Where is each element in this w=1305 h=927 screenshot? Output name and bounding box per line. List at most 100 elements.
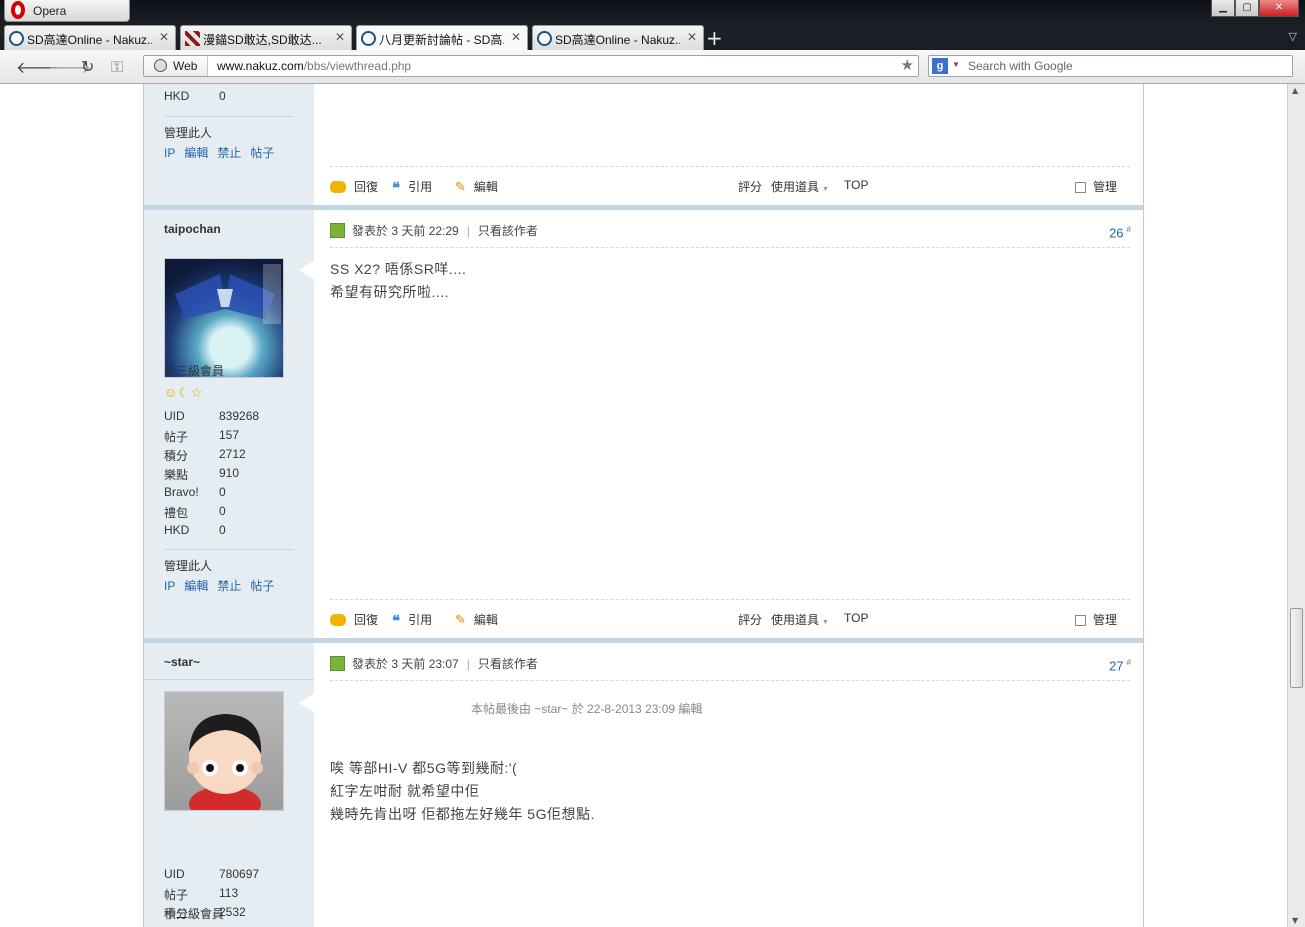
maximize-button[interactable]: ▢ [1235, 0, 1259, 17]
manage-checkbox[interactable]: 管理 [1075, 178, 1117, 195]
bookmark-star-icon[interactable]: ★ [901, 56, 914, 74]
address-field[interactable]: Web www.nakuz.com/bbs/viewthread.php ★ [143, 55, 919, 77]
only-author-link[interactable]: 只看該作者 [478, 657, 538, 671]
avatar[interactable] [164, 258, 284, 378]
post-actions: 回復 ❝ 引用 ✎ 編輯 評分 使用道具 ▼ TOP 管理 [330, 609, 1130, 630]
only-author-link[interactable]: 只看該作者 [478, 224, 538, 238]
checkbox-icon[interactable] [1075, 182, 1086, 193]
username-link[interactable]: taipochan [164, 222, 221, 236]
rate-button[interactable]: 評分 [738, 611, 762, 628]
edit-button[interactable]: ✎ 編輯 [455, 611, 498, 628]
quote-button[interactable]: ❝ 引用 [392, 178, 432, 197]
post-message: SS X2? 唔係SR咩.... 希望有研究所啦.... [330, 261, 467, 300]
user-admin-links: IP 編輯 禁止 帖子 [164, 144, 283, 161]
edit-user-link[interactable]: 編輯 [184, 146, 208, 160]
reply-button[interactable]: 回復 [330, 611, 378, 628]
reload-icon[interactable]: ↻ [81, 57, 94, 76]
floor-number[interactable]: 27 # [1109, 658, 1131, 673]
search-placeholder: Search with Google [968, 59, 1073, 73]
google-icon[interactable]: g [932, 58, 948, 74]
tab-sd-online-2[interactable]: SD高達Online - Nakuz... ✕ [532, 25, 704, 50]
post-message: 唉 等部HI-V 都5G等到幾耐:'( 紅字左咁耐 就希望中佢 幾時先肯出呀 佢… [330, 760, 595, 822]
floor-number[interactable]: 26 # [1109, 225, 1131, 240]
post-body: 發表於 3 天前 23:07 | 只看該作者 27 # 本帖最後由 ~star~ 於 … [314, 643, 1143, 927]
nakuz-favicon-icon [537, 31, 552, 46]
vertical-scrollbar[interactable]: ▲ ▼ [1287, 84, 1305, 927]
rank-stars-icon: ☺☾☆ [164, 385, 204, 400]
prev-post-body: 回復 ❝ 引用 ✎ 編輯 評分 使用道具 ▼ TOP 管理 [314, 84, 1143, 205]
tab-list-chevron-icon[interactable]: ▽ [1289, 30, 1297, 43]
user-online-icon [330, 656, 345, 671]
key-icon[interactable]: ⚿ [111, 57, 123, 77]
tab-title: 八月更新討論帖 - SD高... [379, 33, 504, 47]
navigation-bar: 🡐 🡒 ↻ ⚿ Web www.nakuz.com/bbs/viewthread… [0, 50, 1305, 84]
post-time: 3 天前 23:07 [391, 657, 459, 671]
prev-post-sidebar: HKD 0 管理此人 IP 編輯 禁止 帖子 [144, 84, 314, 205]
ban-link[interactable]: 禁止 [217, 579, 241, 593]
post-meta: 發表於 3 天前 23:07 | 只看該作者 [330, 655, 538, 672]
tab-strip: SD高達Online - Nakuz... ✕ 漫錨SD敢达,SD敢达... ✕… [4, 25, 708, 50]
quote-button[interactable]: ❝ 引用 [392, 611, 432, 630]
nakuz-favicon-icon [361, 31, 376, 46]
scrollbar-thumb[interactable] [1290, 608, 1303, 688]
post-author-sidebar: taipochan 十三級會員 ☺☾☆ UID 839268 帖子 157 積分 27… [144, 210, 315, 638]
tab-august-update[interactable]: 八月更新討論帖 - SD高... ✕ [356, 25, 528, 50]
use-tools-dropdown[interactable]: 使用道具 ▼ [771, 611, 829, 628]
tab-title: SD高達Online - Nakuz... [555, 33, 680, 47]
web-badge[interactable]: Web [144, 56, 208, 76]
opera-logo-icon [11, 1, 25, 19]
avatar[interactable] [164, 691, 284, 811]
posts-link[interactable]: 帖子 [250, 146, 274, 160]
tab-manmao[interactable]: 漫錨SD敢达,SD敢达... ✕ [180, 25, 352, 50]
chevron-down-icon: ▼ [822, 619, 829, 626]
post-body: 發表於 3 天前 22:29 | 只看該作者 26 # SS X2? 唔係SR咩...… [314, 210, 1143, 638]
top-link[interactable]: TOP [844, 178, 868, 192]
top-link[interactable]: TOP [844, 611, 868, 625]
minimize-button[interactable]: ▁ [1211, 0, 1235, 17]
post-actions: 回復 ❝ 引用 ✎ 編輯 評分 使用道具 ▼ TOP 管理 [330, 176, 1130, 197]
globe-icon [154, 59, 167, 72]
chevron-down-icon: ▼ [822, 186, 829, 193]
url-text: www.nakuz.com/bbs/viewthread.php [217, 59, 412, 73]
reply-button[interactable]: 回復 [330, 178, 378, 195]
edit-user-link[interactable]: 編輯 [184, 579, 208, 593]
quote-icon: ❝ [392, 613, 401, 630]
scroll-up-icon[interactable]: ▲ [1292, 86, 1298, 95]
browser-window: Opera ▁ ▢ ✕ SD高達Online - Nakuz... ✕ 漫錨SD… [0, 0, 1305, 927]
user-admin-links: IP 編輯 禁止 帖子 [164, 577, 283, 594]
nakuz-favicon-icon [9, 31, 24, 46]
new-tab-button[interactable]: + [706, 26, 723, 50]
use-tools-dropdown[interactable]: 使用道具 ▼ [771, 178, 829, 195]
manage-user-label: 管理此人 [164, 126, 213, 140]
manage-checkbox[interactable]: 管理 [1075, 611, 1117, 628]
username-link[interactable]: ~star~ [164, 655, 200, 669]
checkbox-icon[interactable] [1075, 615, 1086, 626]
title-bar: Opera ▁ ▢ ✕ SD高達Online - Nakuz... ✕ 漫錨SD… [0, 0, 1305, 50]
gundam-avatar-image [175, 264, 281, 324]
user-stats: UID 780697 帖子 113 積分 2532 [164, 867, 260, 921]
close-tab-icon[interactable]: ✕ [687, 30, 697, 44]
close-tab-icon[interactable]: ✕ [335, 30, 345, 44]
scroll-down-icon[interactable]: ▼ [1292, 916, 1298, 925]
close-window-button[interactable]: ✕ [1259, 0, 1299, 17]
reply-icon [330, 181, 346, 193]
post-time: 3 天前 22:29 [391, 224, 459, 238]
posts-link[interactable]: 帖子 [250, 579, 274, 593]
opera-menu-button[interactable]: Opera [4, 0, 130, 22]
tab-title: 漫錨SD敢达,SD敢达... [203, 33, 322, 47]
ip-link[interactable]: IP [164, 146, 175, 160]
ip-link[interactable]: IP [164, 579, 175, 593]
user-online-icon [330, 223, 345, 238]
user-stats: HKD 0 [164, 89, 226, 103]
window-controls: ▁ ▢ ✕ [1211, 0, 1299, 18]
cartoon-boy-avatar-image [187, 714, 263, 810]
close-tab-icon[interactable]: ✕ [511, 30, 521, 44]
close-tab-icon[interactable]: ✕ [159, 30, 169, 44]
chevron-down-icon[interactable]: ▼ [952, 60, 960, 69]
rate-button[interactable]: 評分 [738, 178, 762, 195]
edit-button[interactable]: ✎ 編輯 [455, 178, 498, 195]
search-input[interactable]: g ▼ Search with Google [928, 55, 1293, 77]
ban-link[interactable]: 禁止 [217, 146, 241, 160]
manmao-favicon-icon [185, 31, 200, 46]
tab-sd-online-1[interactable]: SD高達Online - Nakuz... ✕ [4, 25, 176, 50]
